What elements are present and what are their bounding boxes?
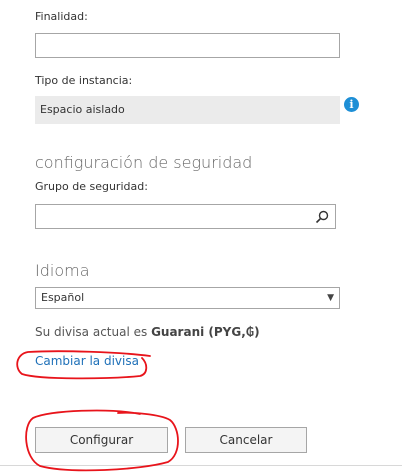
footer-divider [0, 465, 402, 466]
language-selected-value: Español [41, 291, 85, 304]
language-select[interactable]: Español ▼ [35, 287, 340, 309]
security-group-input[interactable] [35, 204, 336, 229]
purpose-input[interactable] [35, 33, 340, 58]
cancel-button[interactable]: Cancelar [185, 427, 307, 453]
currency-prefix: Su divisa actual es [35, 325, 152, 339]
instance-type-label: Tipo de instancia: [35, 74, 133, 87]
currency-name: Guarani (PYG,₲) [151, 325, 260, 339]
info-icon[interactable]: i [344, 97, 359, 112]
current-currency-text: Su divisa actual es Guarani (PYG,₲) [35, 325, 260, 339]
security-group-label: Grupo de seguridad: [35, 180, 148, 193]
search-button[interactable] [311, 206, 333, 228]
instance-type-value: Espacio aislado [35, 96, 340, 124]
language-section-heading: Idioma [35, 261, 90, 280]
change-currency-link[interactable]: Cambiar la divisa [35, 354, 139, 368]
chevron-down-icon: ▼ [327, 293, 334, 303]
search-icon [315, 210, 329, 224]
security-section-heading: configuración de seguridad [35, 153, 253, 172]
red-annotation-marks [16, 350, 179, 472]
purpose-label: Finalidad: [35, 10, 88, 23]
configure-environment-panel: Finalidad: Tipo de instancia: Espacio ai… [0, 0, 402, 475]
configure-button[interactable]: Configurar [35, 427, 168, 453]
